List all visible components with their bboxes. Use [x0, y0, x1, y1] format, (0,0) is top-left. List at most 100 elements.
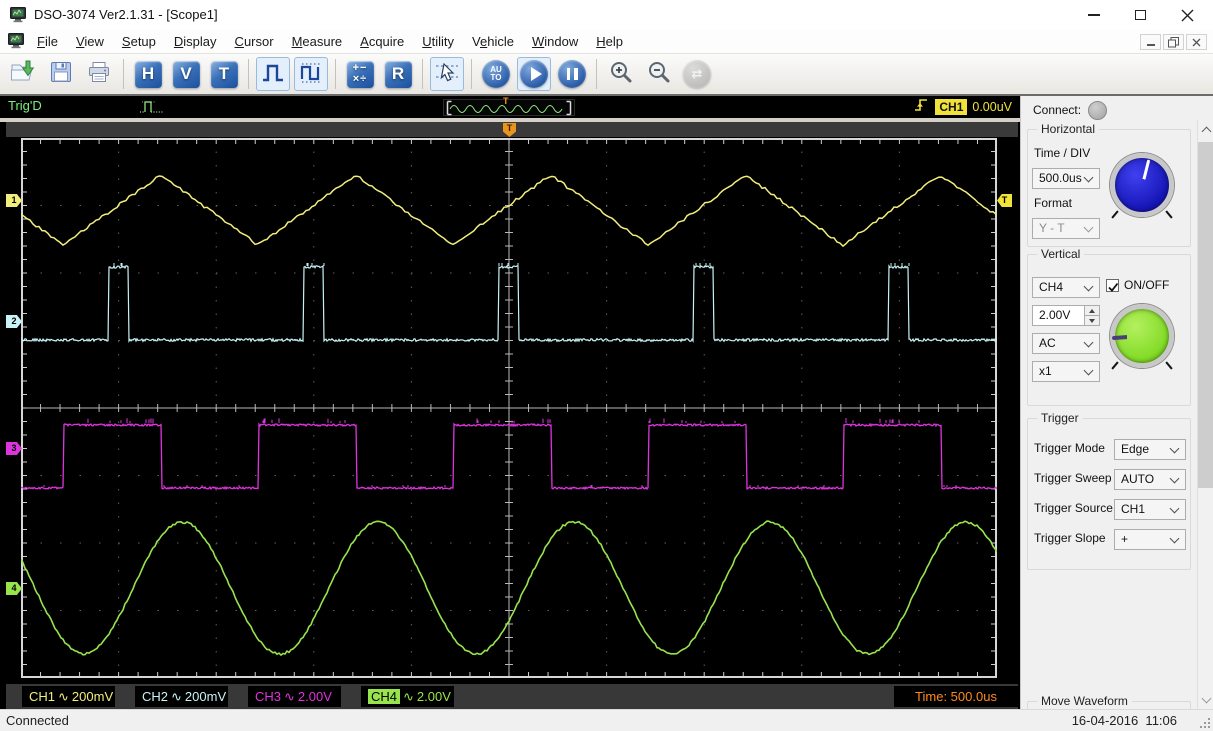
toolbar-run-button[interactable] [517, 57, 551, 91]
mdi-close-button[interactable] [1186, 34, 1207, 50]
spinner-up-button[interactable] [1085, 306, 1099, 316]
channel-select[interactable]: CH4 [1032, 277, 1100, 298]
toolbar-zoom-out-button[interactable] [642, 57, 676, 91]
channel-onoff-checkbox[interactable] [1106, 279, 1119, 292]
trigger-slope-label: Trigger Slope [1034, 531, 1106, 545]
trigger-position-marker[interactable]: T [503, 123, 516, 137]
menu-item-cursor[interactable]: Cursor [226, 30, 283, 53]
scrollbar-thumb[interactable] [1198, 142, 1213, 488]
volts-div-spinner[interactable]: 2.00V [1032, 305, 1100, 326]
window-title: DSO-3074 Ver2.1.31 - [Scope1] [34, 7, 218, 22]
vertical-scale-knob[interactable] [1110, 304, 1174, 370]
channel-2-position-marker[interactable]: 2 [6, 315, 22, 328]
toolbar-separator [335, 59, 336, 89]
toolbar-separator [422, 59, 423, 89]
menu-item-utility[interactable]: Utility [413, 30, 463, 53]
horizontal-setup-letter-icon: H [134, 60, 162, 88]
timebase-badge: Time: 500.0us [894, 686, 1018, 707]
vertical-group: Vertical CH4 ON/OFF 2.00V AC x1 [1027, 247, 1191, 406]
channel-1-badge[interactable]: CH1 ∿ 200mV [22, 686, 115, 707]
channel-3-badge[interactable]: CH3 ∿ 2.00V [248, 686, 341, 707]
channel-3-position-marker[interactable]: 3 [6, 442, 22, 455]
cursor-icon [434, 59, 460, 90]
time-div-select[interactable]: 500.0us [1032, 168, 1100, 189]
horizontal-group: Horizontal Time / DIV 500.0us Format Y -… [1027, 122, 1191, 247]
toolbar-zoom-in-button[interactable] [604, 57, 638, 91]
play-icon [520, 60, 548, 88]
toolbar-save-button[interactable] [44, 57, 78, 91]
pulse-train-icon [298, 59, 324, 90]
menu-item-measure[interactable]: Measure [283, 30, 352, 53]
coupling-select[interactable]: AC [1032, 333, 1100, 354]
trigger-sweep-select[interactable]: AUTO [1114, 469, 1186, 490]
resize-grip[interactable] [1198, 716, 1210, 728]
menu-item-file[interactable]: File [28, 30, 67, 53]
chevron-up-icon [1201, 126, 1211, 137]
menu-item-view[interactable]: View [67, 30, 113, 53]
horizontal-timebase-knob[interactable] [1110, 153, 1174, 219]
mdi-minimize-button[interactable] [1140, 34, 1161, 50]
trigger-sweep-label: Trigger Sweep [1034, 471, 1112, 485]
format-select[interactable]: Y - T [1032, 218, 1100, 239]
math-icon: +− ×÷ [346, 60, 374, 88]
knob-foot [1111, 210, 1119, 219]
menu-item-vehicle[interactable]: Vehicle [463, 30, 523, 53]
probe-select[interactable]: x1 [1032, 361, 1100, 382]
menu-item-help[interactable]: Help [587, 30, 632, 53]
mdi-restore-button[interactable] [1163, 34, 1184, 50]
close-button[interactable] [1164, 0, 1211, 30]
format-label: Format [1034, 196, 1073, 210]
panel-scrollbar[interactable] [1197, 120, 1213, 709]
channel-4-position-marker[interactable]: 4 [6, 582, 22, 595]
floppy-icon [49, 60, 73, 89]
scrollbar-down-button[interactable] [1198, 691, 1213, 709]
scope-document-icon[interactable] [8, 33, 25, 49]
knob-pointer [1111, 334, 1143, 341]
toolbar-auto-set-button[interactable]: AU TO [479, 57, 513, 91]
trigger-position-mini-marker: T [503, 96, 509, 106]
waveform-position-wave [446, 100, 572, 116]
toolbar-horizontal-setup-button[interactable]: H [131, 57, 165, 91]
trigger-mode-select[interactable]: Edge [1114, 439, 1186, 460]
trigger-setup-letter-icon: T [210, 60, 238, 88]
minimize-button[interactable] [1070, 0, 1117, 30]
toolbar-self-calibration-button[interactable]: ⇄ [680, 57, 714, 91]
application-window: DSO-3074 Ver2.1.31 - [Scope1] File View Se… [0, 0, 1213, 731]
trigger-level-marker[interactable]: T [997, 194, 1012, 207]
waveform-position-indicator[interactable]: T [443, 96, 575, 116]
toolbar-pause-button[interactable] [555, 57, 589, 91]
toolbar-vertical-setup-button[interactable]: V [169, 57, 203, 91]
auto-icon: AU TO [482, 60, 510, 88]
checkmark-icon [1108, 282, 1119, 292]
minimize-icon [1087, 14, 1100, 16]
toolbar-math-button[interactable]: +− ×÷ [343, 57, 377, 91]
channel-4-badge[interactable]: CH4 ∿ 2.00V [361, 686, 454, 707]
menu-item-acquire[interactable]: Acquire [351, 30, 413, 53]
menu-item-display[interactable]: Display [165, 30, 226, 53]
toolbar-open-button[interactable] [6, 57, 40, 91]
channel-1-position-marker[interactable]: 1 [6, 194, 22, 207]
trigger-slope-icon [913, 96, 930, 118]
toolbar-single-pulse-button[interactable] [256, 57, 290, 91]
maximize-button[interactable] [1117, 0, 1164, 30]
toolbar-cursor-measure-button[interactable] [430, 57, 464, 91]
datetime-readout: 16-04-2016 11:06 [1071, 713, 1177, 728]
scrollbar-up-button[interactable] [1198, 120, 1213, 139]
toolbar-pulse-train-button[interactable] [294, 57, 328, 91]
channel-2-badge[interactable]: CH2 ∿ 200mV [135, 686, 228, 707]
trigger-level-readout: 0.00uV [972, 99, 1012, 114]
trigger-source-select[interactable]: CH1 [1114, 499, 1186, 520]
trigger-slope-select[interactable]: + [1114, 529, 1186, 550]
toolbar-separator [248, 59, 249, 89]
mdi-window-controls [1138, 34, 1207, 50]
title-bar: DSO-3074 Ver2.1.31 - [Scope1] [0, 0, 1213, 30]
toolbar-reference-wave-button[interactable]: R [381, 57, 415, 91]
menu-item-setup[interactable]: Setup [113, 30, 165, 53]
toolbar-separator [471, 59, 472, 89]
toolbar-print-button[interactable] [82, 57, 116, 91]
spinner-down-button[interactable] [1085, 316, 1099, 325]
menu-item-window[interactable]: Window [523, 30, 587, 53]
toolbar-trigger-setup-button[interactable]: T [207, 57, 241, 91]
menu-items: File View Setup Display Cursor Measure Acquire… [28, 30, 632, 53]
reference-wave-letter-icon: R [384, 60, 412, 88]
